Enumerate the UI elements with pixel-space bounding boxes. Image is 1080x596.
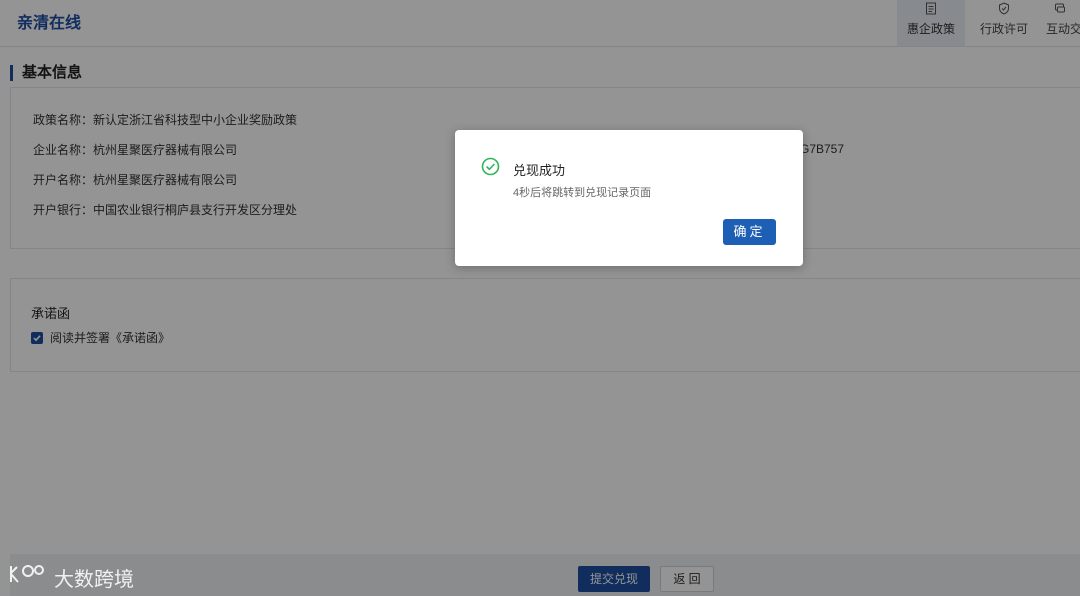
watermark: 大数跨境 [8, 562, 134, 592]
success-check-icon [481, 157, 500, 181]
confirm-button[interactable]: 确定 [723, 219, 776, 245]
dialog-title: 兑现成功 [513, 163, 566, 178]
success-dialog: 兑现成功 4秒后将跳转到兑现记录页面 确定 [455, 130, 803, 266]
dialog-message: 4秒后将跳转到兑现记录页面 [513, 187, 652, 199]
modal-overlay[interactable] [0, 0, 1080, 596]
logo-icon [8, 562, 48, 592]
watermark-text: 大数跨境 [54, 568, 134, 591]
